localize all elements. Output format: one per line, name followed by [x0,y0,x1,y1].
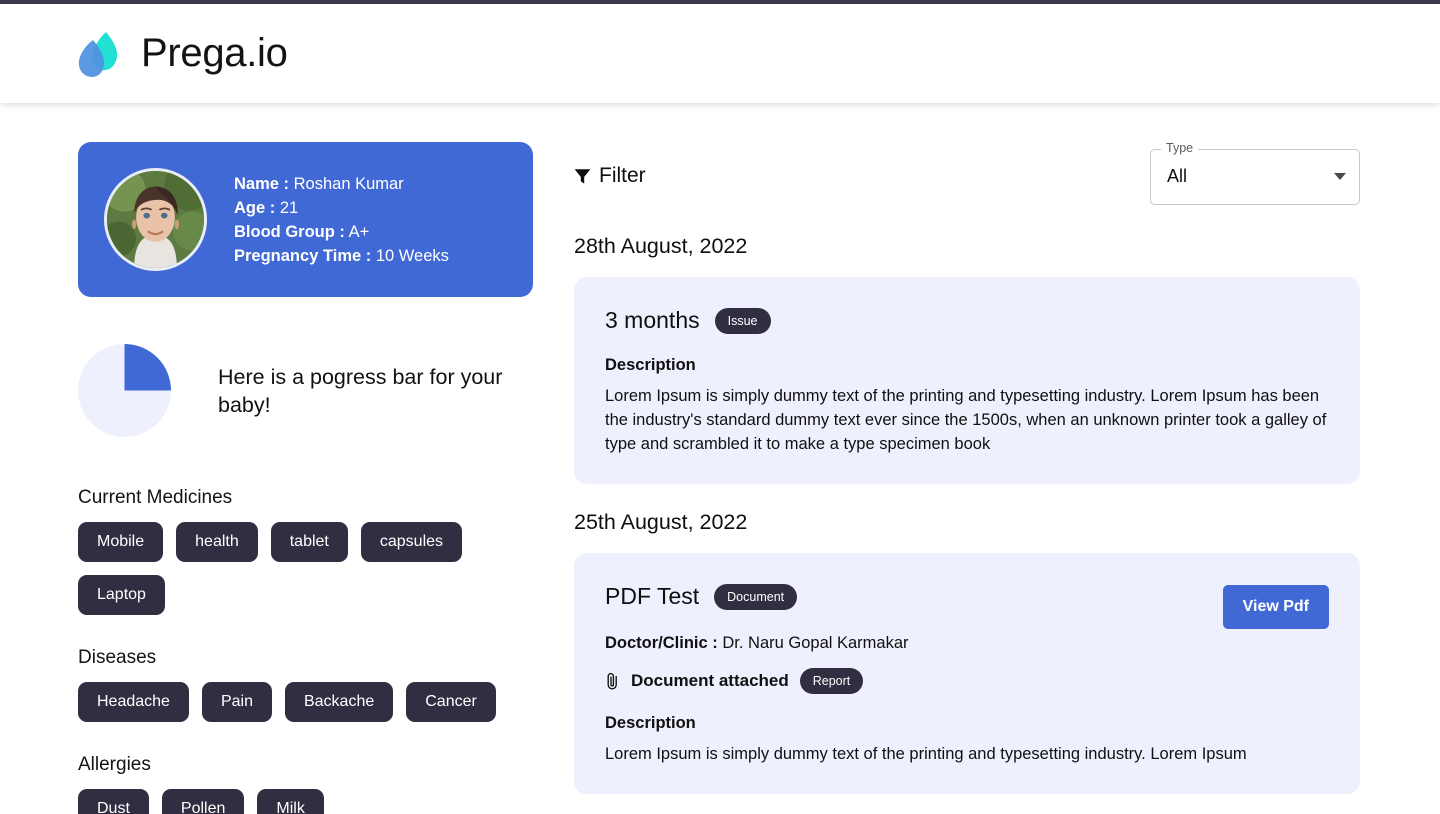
funnel-icon [574,168,591,184]
profile-field-name: Name : Roshan Kumar [234,172,449,196]
tag-pill[interactable]: health [176,522,258,562]
tag-pill[interactable]: Laptop [78,575,165,615]
timeline-entry-card: View Pdf PDF Test Document Doctor/Clinic… [574,553,1360,794]
doctor-clinic-line: Doctor/Clinic : Dr. Naru Gopal Karmakar [605,632,1329,654]
tag-pill[interactable]: Dust [78,789,149,814]
filter-bar: Filter Type All [574,141,1360,208]
tag-list-allergies: Dust Pollen Milk [78,789,533,814]
patient-sidebar: Name : Roshan Kumar Age : 21 Blood Group… [78,142,533,814]
filter-heading[interactable]: Filter [574,164,646,188]
progress-pie-chart [78,344,171,437]
type-select-legend: Type [1161,141,1199,155]
description-label: Description [605,356,696,374]
chevron-down-icon [1334,173,1346,180]
description-label: Description [605,714,696,732]
app-header: Prega.io [0,4,1440,103]
profile-field-blood-group-label: Blood Group : [234,222,345,241]
timeline-date: 25th August, 2022 [574,510,748,534]
tag-pill[interactable]: Pollen [161,789,245,814]
timeline-entry-card: 3 months Issue Description Lorem Ipsum i… [574,277,1360,484]
tag-list-diseases: Headache Pain Backache Cancer [78,682,533,722]
section-title-allergies: Allergies [78,754,151,775]
status-badge: Document [714,583,798,610]
attachment-row[interactable]: Document attached Report [605,668,1329,694]
profile-field-pregnancy-time-value: 10 Weeks [375,246,449,265]
patient-profile-card: Name : Roshan Kumar Age : 21 Blood Group… [78,142,533,297]
description-text: Lorem Ipsum is simply dummy text of the … [605,387,1327,453]
section-title-diseases: Diseases [78,647,157,668]
section-title-current-medicines: Current Medicines [78,487,233,508]
profile-field-age-value: 21 [279,198,299,217]
records-panel: Filter Type All 28th August, 2022 3 mont… [574,141,1360,794]
tag-pill[interactable]: tablet [270,522,348,562]
tag-pill[interactable]: Pain [201,682,272,722]
doctor-clinic-label: Doctor/Clinic : [605,634,718,652]
timeline-date: 28th August, 2022 [574,234,748,258]
profile-field-age-label: Age : [234,198,276,217]
avatar [104,168,207,271]
tag-pill[interactable]: Milk [257,789,324,814]
attachment-badge: Report [799,668,864,694]
progress-caption: Here is a pogress bar for your baby! [218,364,503,417]
page-body: Name : Roshan Kumar Age : 21 Blood Group… [0,103,1440,814]
attachment-text: Document attached [631,671,789,690]
droplet-leaf-logo-icon[interactable] [76,28,122,80]
view-pdf-button[interactable]: View Pdf [1222,585,1329,629]
tag-pill[interactable]: Backache [284,682,394,722]
description-text: Lorem Ipsum is simply dummy text of the … [605,745,1247,763]
profile-details: Name : Roshan Kumar Age : 21 Blood Group… [234,172,449,268]
section-current-medicines: Current Medicines Mobile health tablet c… [78,487,533,615]
profile-field-blood-group-value: A+ [348,222,370,241]
type-select-value: All [1167,166,1188,186]
tag-pill[interactable]: Cancer [406,682,496,722]
section-diseases: Diseases Headache Pain Backache Cancer [78,647,533,722]
tag-pill[interactable]: capsules [360,522,463,562]
profile-field-pregnancy-time-label: Pregnancy Time : [234,246,372,265]
doctor-clinic-value: Dr. Naru Gopal Karmakar [722,634,909,652]
section-allergies: Allergies Dust Pollen Milk [78,754,533,814]
status-badge: Issue [714,307,771,334]
profile-field-blood-group: Blood Group : A+ [234,220,449,244]
tag-pill[interactable]: Mobile [78,522,164,562]
tag-list-current-medicines: Mobile health tablet capsules Laptop [78,522,533,615]
pregnancy-progress: Here is a pogress bar for your baby! [78,344,533,437]
filter-label-text: Filter [599,164,646,187]
profile-field-pregnancy-time: Pregnancy Time : 10 Weeks [234,244,449,268]
profile-field-age: Age : 21 [234,196,449,220]
profile-field-name-label: Name : [234,174,290,193]
type-select[interactable]: Type All [1150,141,1360,205]
entry-header: PDF Test Document [605,583,1329,610]
entry-title: 3 months [605,307,700,333]
entry-title: PDF Test [605,583,700,609]
brand-name: Prega.io [141,31,288,75]
paperclip-icon [607,672,617,689]
entry-header: 3 months Issue [605,307,1329,334]
profile-field-name-value: Roshan Kumar [293,174,404,193]
tag-pill[interactable]: Headache [78,682,189,722]
